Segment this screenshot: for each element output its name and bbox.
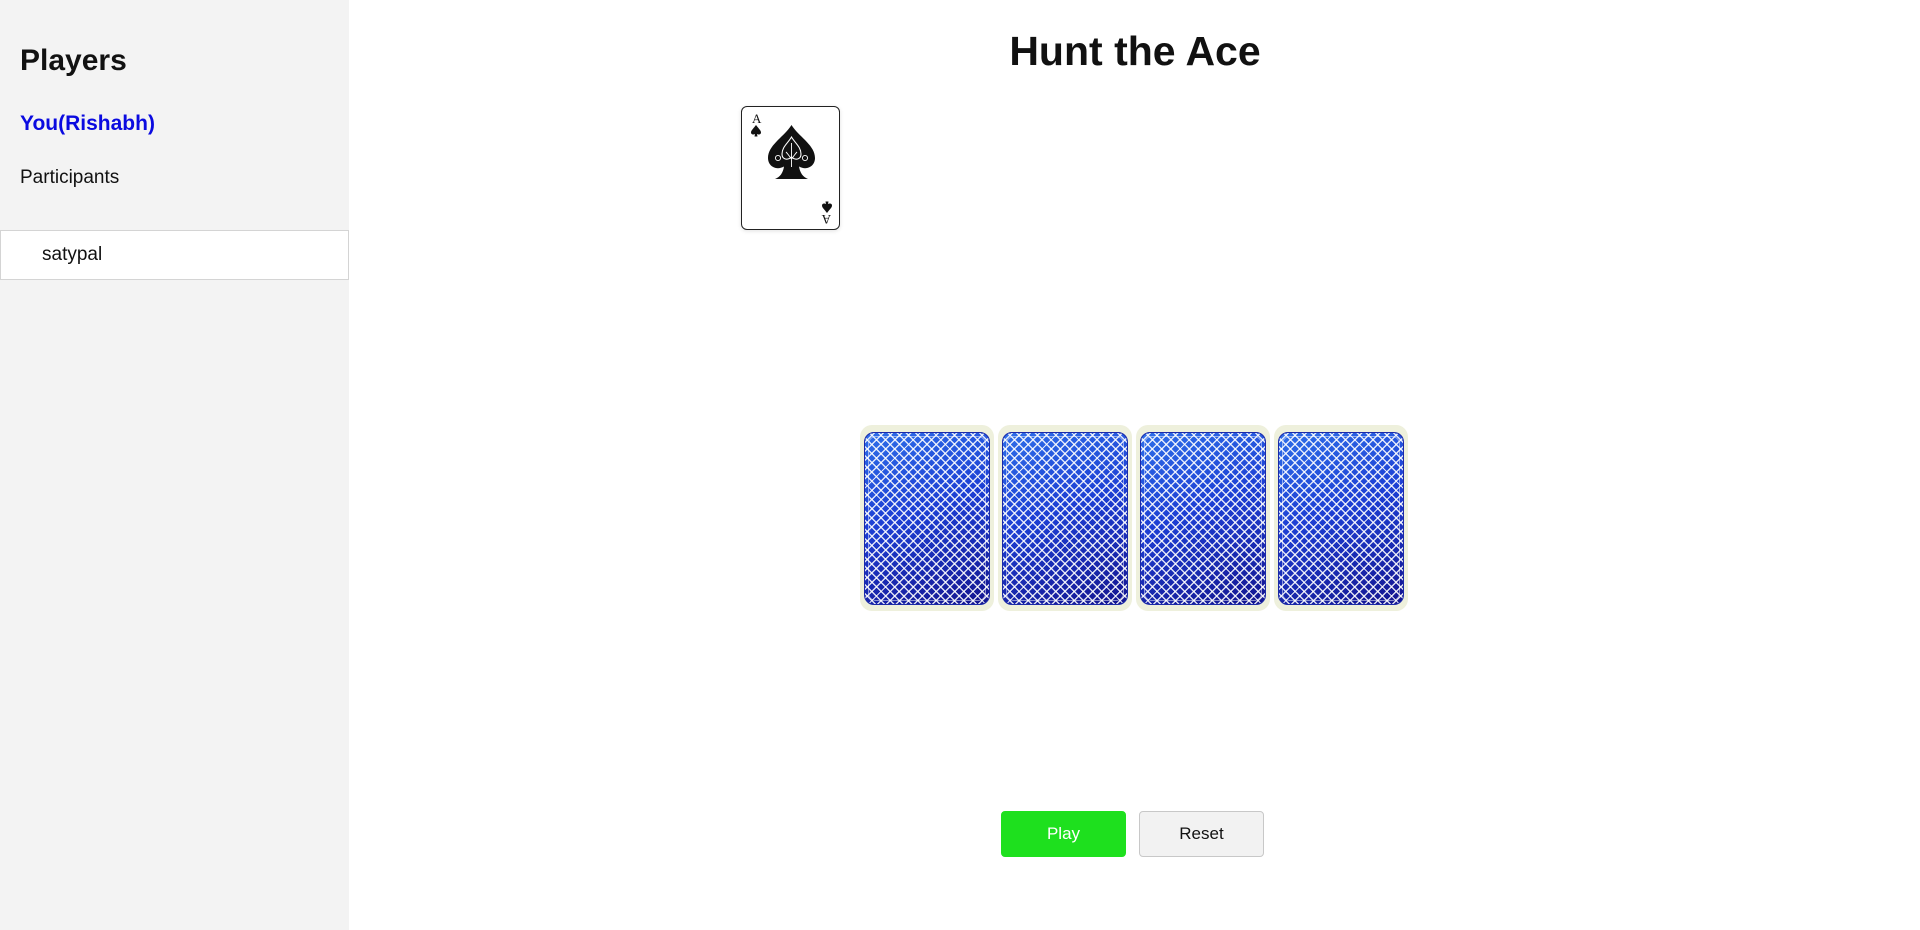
card-row: [860, 425, 1408, 611]
spade-small-top-icon: [751, 125, 761, 137]
players-heading: Players: [20, 44, 127, 77]
hidden-card-1[interactable]: [860, 425, 994, 611]
hidden-card-4[interactable]: [1274, 425, 1408, 611]
participant-item[interactable]: satypal: [0, 230, 349, 280]
spade-small-bottom-icon: [822, 201, 832, 213]
game-title: Hunt the Ace: [1009, 28, 1261, 74]
card-back-pattern: [1140, 432, 1266, 605]
participant-list: satypal: [0, 230, 349, 280]
spade-center-icon: [768, 125, 815, 179]
ace-rank-bottom: A: [821, 212, 831, 227]
ace-of-spades-card: A A: [741, 106, 840, 230]
play-button[interactable]: Play: [1001, 811, 1126, 857]
ace-rank-top: A: [752, 111, 762, 126]
reset-button[interactable]: Reset: [1139, 811, 1264, 857]
card-back-pattern: [1002, 432, 1128, 605]
hidden-card-2[interactable]: [998, 425, 1132, 611]
hidden-card-3[interactable]: [1136, 425, 1270, 611]
participants-label: Participants: [20, 167, 120, 188]
card-back-pattern: [1278, 432, 1404, 605]
current-player-name: You(Rishabh): [20, 112, 155, 135]
players-sidebar: Players You(Rishabh) Participants satypa…: [0, 0, 349, 930]
card-back-pattern: [864, 432, 990, 605]
